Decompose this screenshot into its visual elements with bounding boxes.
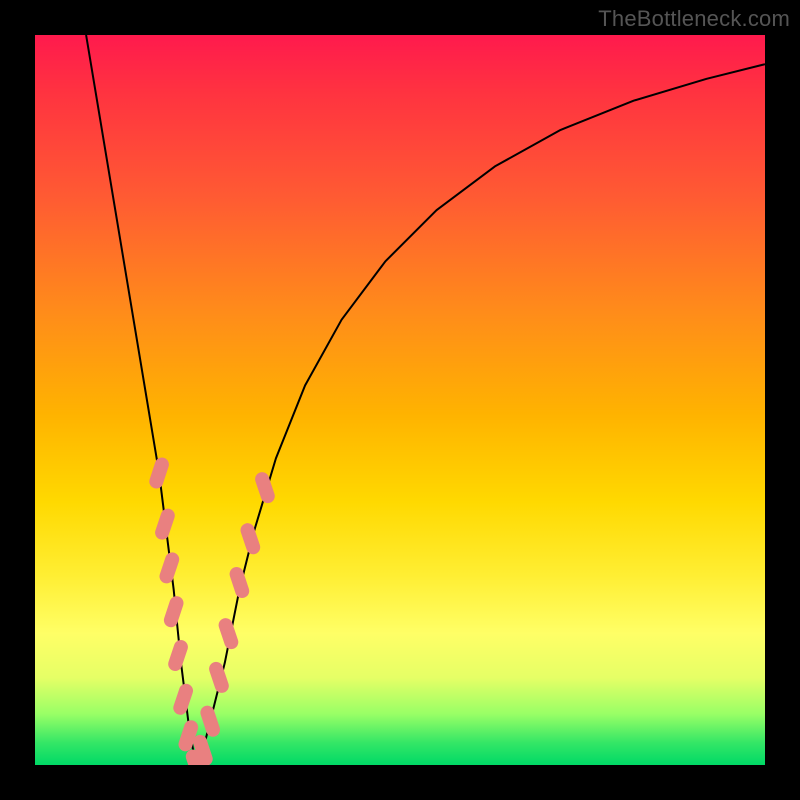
highlighted-point [237,574,243,591]
chart-frame: TheBottleneck.com [0,0,800,800]
curve-svg [35,35,765,765]
highlighted-point [216,669,222,686]
highlighted-point [200,742,206,759]
highlighted-point [248,530,254,547]
watermark-text: TheBottleneck.com [598,6,790,32]
highlighted-point [193,757,199,766]
marker-group [156,465,267,766]
highlighted-point [180,691,186,708]
highlighted-point [226,625,232,642]
plot-area [35,35,765,765]
highlighted-point [162,516,168,533]
bottleneck-curve-path [86,35,765,765]
highlighted-point [207,713,213,730]
highlighted-point [156,465,162,482]
bottleneck-curve [86,35,765,765]
highlighted-point [186,727,192,744]
highlighted-point [167,559,173,576]
highlighted-point [171,603,177,620]
highlighted-point [175,647,181,664]
highlighted-point [262,479,268,496]
